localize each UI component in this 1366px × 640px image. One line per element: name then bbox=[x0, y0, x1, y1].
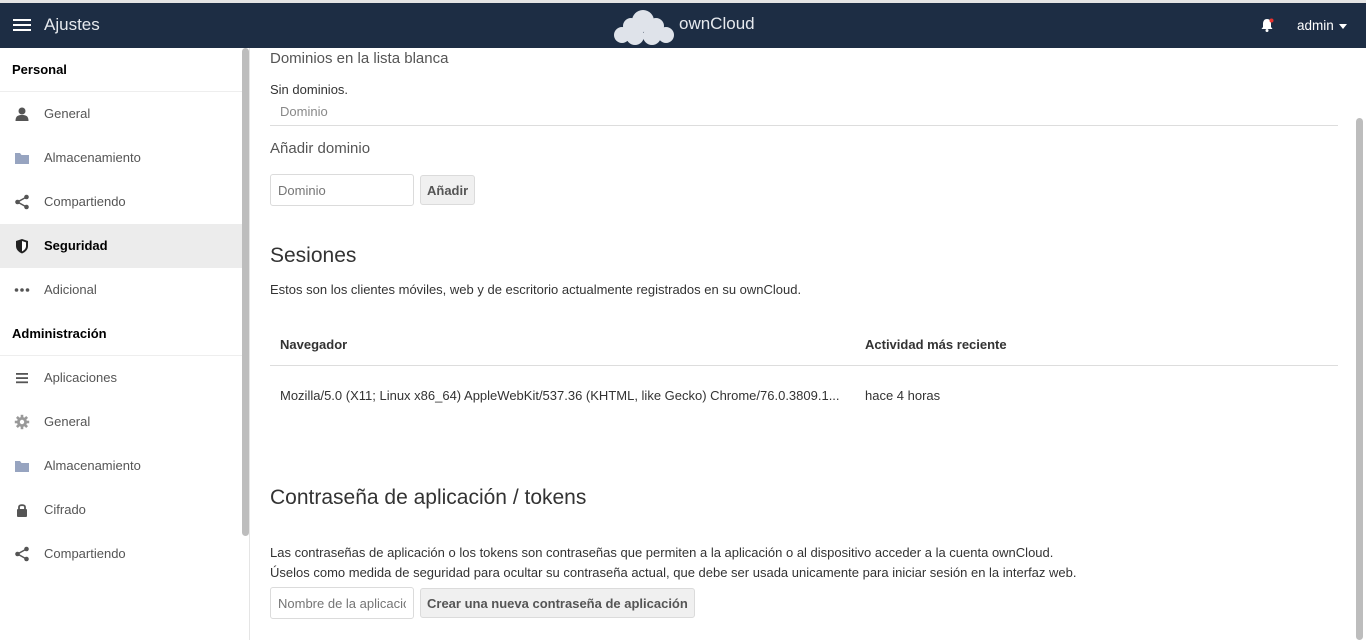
sidebar-item-label: Compartiendo bbox=[44, 194, 126, 209]
folder-icon bbox=[15, 461, 29, 472]
app-title[interactable]: Ajustes bbox=[44, 15, 100, 35]
sidebar-item-admin-sharing[interactable]: Compartiendo bbox=[0, 532, 249, 576]
sidebar-item-apps[interactable]: Aplicaciones bbox=[0, 356, 249, 400]
sidebar-item-personal-general[interactable]: General bbox=[0, 92, 249, 136]
app-name-input[interactable] bbox=[270, 587, 414, 619]
sidebar-item-label: Aplicaciones bbox=[44, 370, 117, 385]
sidebar-item-personal-sharing[interactable]: Compartiendo bbox=[0, 180, 249, 224]
list-icon bbox=[16, 373, 28, 384]
lock-icon bbox=[17, 504, 27, 517]
add-domain-heading: Añadir dominio bbox=[270, 140, 371, 157]
caret-down-icon bbox=[1338, 23, 1347, 29]
sidebar-item-label: General bbox=[44, 414, 91, 429]
session-activity: hace 4 horas bbox=[865, 388, 941, 403]
sidebar-item-label: Cifrado bbox=[44, 502, 86, 517]
sidebar-item-label: Compartiendo bbox=[44, 546, 126, 561]
activity-column-header: Actividad más reciente bbox=[865, 337, 1007, 352]
domain-input[interactable] bbox=[270, 174, 414, 206]
sidebar-scrollbar[interactable] bbox=[242, 48, 249, 536]
sidebar-section-personal: Personal bbox=[0, 48, 249, 92]
table-row: Mozilla/5.0 (X11; Linux x86_64) AppleWeb… bbox=[270, 366, 1338, 430]
sessions-description: Estos son los clientes móviles, web y de… bbox=[270, 282, 802, 297]
gear-icon bbox=[14, 414, 30, 430]
user-name: admin bbox=[1297, 18, 1334, 33]
owncloud-logo-icon[interactable] bbox=[612, 6, 676, 46]
session-browser: Mozilla/5.0 (X11; Linux x86_64) AppleWeb… bbox=[280, 388, 840, 403]
folder-icon bbox=[15, 153, 29, 164]
browser-column-header: Navegador bbox=[280, 337, 348, 352]
sidebar-item-admin-storage[interactable]: Almacenamiento bbox=[0, 444, 249, 488]
user-icon bbox=[15, 107, 29, 121]
sidebar-section-admin: Administración bbox=[0, 312, 249, 356]
sidebar-item-security[interactable]: Seguridad bbox=[0, 224, 249, 268]
top-header: Ajustes ownCloud admin bbox=[0, 0, 1366, 48]
no-domains-text: Sin dominios. bbox=[270, 82, 349, 97]
sidebar-item-admin-general[interactable]: General bbox=[0, 400, 249, 444]
brand-name: ownCloud bbox=[679, 14, 755, 33]
app-passwords-title: Contraseña de aplicación / tokens bbox=[270, 486, 587, 509]
app-passwords-description-1: Las contraseñas de aplicación o los toke… bbox=[270, 545, 1054, 560]
domain-column-header: Dominio bbox=[270, 100, 1338, 126]
notifications-bell-icon[interactable] bbox=[1259, 17, 1275, 33]
sidebar-item-label: Adicional bbox=[44, 282, 97, 297]
sessions-title: Sesiones bbox=[270, 244, 357, 267]
share-icon bbox=[15, 194, 29, 210]
sidebar-item-personal-storage[interactable]: Almacenamiento bbox=[0, 136, 249, 180]
sidebar-item-label: Almacenamiento bbox=[44, 458, 141, 473]
app-passwords-description-2: Úselos como medida de seguridad para ocu… bbox=[270, 565, 1077, 580]
more-icon bbox=[14, 288, 30, 292]
sidebar-item-encryption[interactable]: Cifrado bbox=[0, 488, 249, 532]
share-icon bbox=[15, 546, 29, 562]
sessions-table: Navegador Actividad más reciente Mozilla… bbox=[270, 324, 1338, 430]
sidebar-item-label: Almacenamiento bbox=[44, 150, 141, 165]
sidebar-item-label: General bbox=[44, 106, 91, 121]
settings-sidebar: Personal General Almacenamiento Comparti… bbox=[0, 48, 250, 640]
sidebar-item-additional[interactable]: Adicional bbox=[0, 268, 249, 312]
shield-icon bbox=[16, 239, 28, 254]
hamburger-menu-icon[interactable] bbox=[12, 16, 32, 36]
create-app-password-button[interactable]: Crear una nueva contraseña de aplicación bbox=[420, 588, 695, 618]
add-domain-button[interactable]: Añadir bbox=[420, 175, 476, 205]
whitelist-domains-heading: Dominios en la lista blanca bbox=[270, 50, 449, 67]
table-header-row: Navegador Actividad más reciente bbox=[270, 324, 1338, 366]
content-scrollbar[interactable] bbox=[1356, 118, 1363, 640]
user-menu[interactable]: admin bbox=[1297, 18, 1347, 33]
sidebar-item-label: Seguridad bbox=[44, 238, 108, 253]
